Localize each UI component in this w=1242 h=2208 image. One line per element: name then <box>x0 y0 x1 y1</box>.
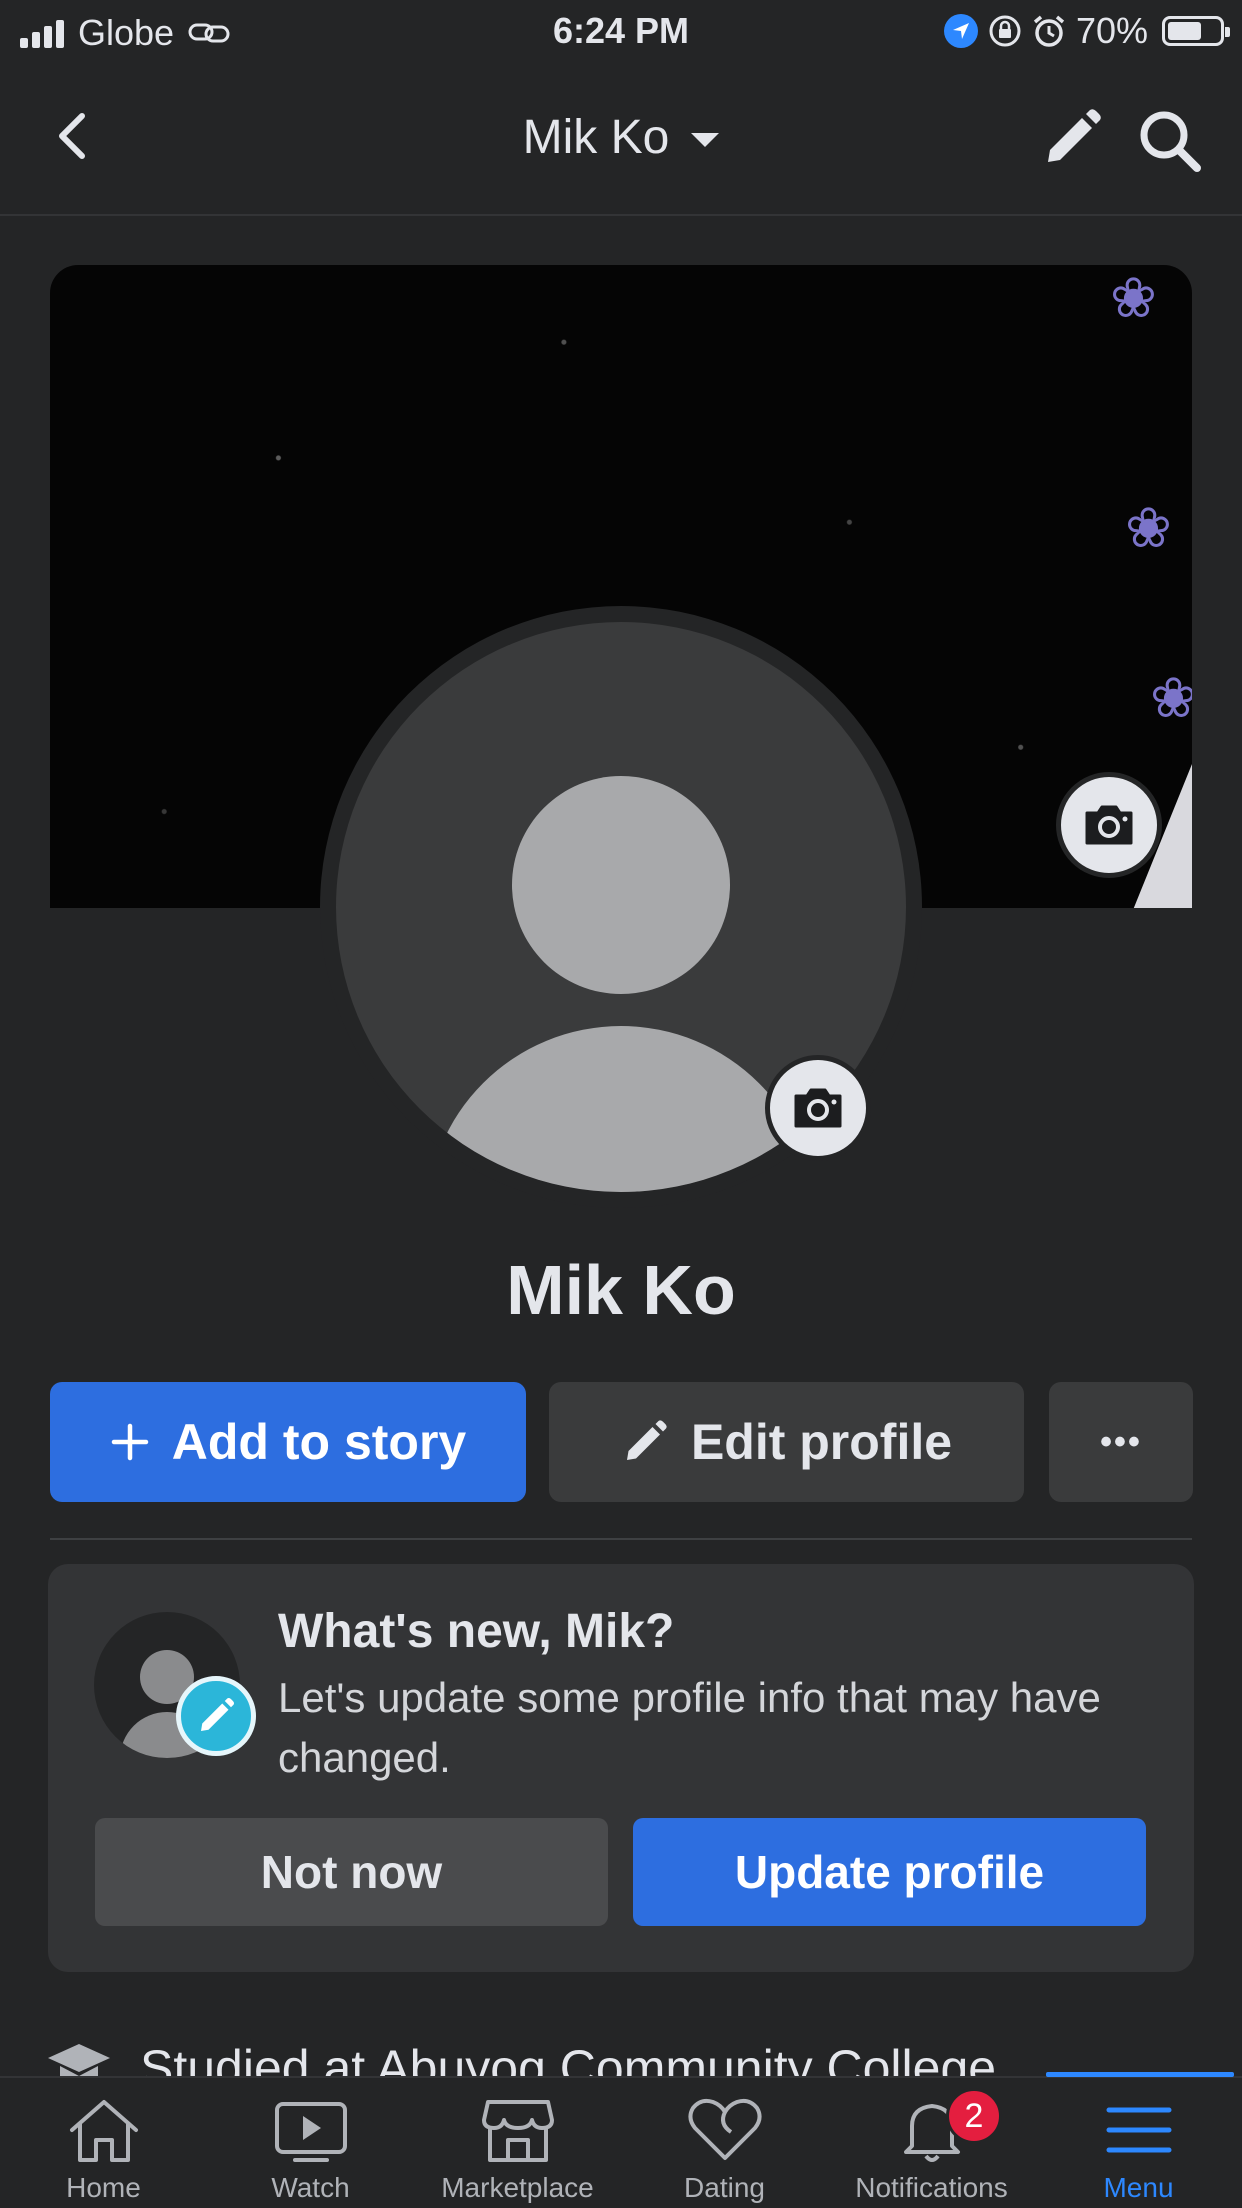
pencil-icon[interactable] <box>1040 106 1104 170</box>
cover-flower-decoration: ❀ <box>1150 666 1192 729</box>
tab-notifications[interactable]: 2 Notifications <box>828 2078 1035 2208</box>
tab-dating-label: Dating <box>684 2172 765 2203</box>
pencil-icon <box>626 1420 667 1460</box>
tab-bar: Home Watch Marketplace Dating 2 Notifica… <box>0 2072 1242 2208</box>
location-icon <box>943 14 978 48</box>
add-to-story-button[interactable]: Add to story <box>50 1382 526 1502</box>
graduation-cap-icon <box>48 2044 110 2076</box>
active-tab-indicator <box>1046 2072 1234 2077</box>
add-to-story-label: Add to story <box>171 1414 467 1470</box>
edit-profile-button[interactable]: Edit profile <box>549 1382 1024 1502</box>
avatar-camera-button[interactable] <box>765 1055 871 1161</box>
profile-name: Mik Ko <box>506 1251 736 1329</box>
battery-icon <box>1162 16 1230 46</box>
status-right: 70% <box>943 10 1230 52</box>
update-profile-button[interactable]: Update profile <box>633 1818 1146 1926</box>
tab-home-label: Home <box>66 2172 141 2203</box>
status-bar: Globe 6:24 PM 70% <box>0 0 1242 66</box>
marketplace-icon <box>481 2100 554 2162</box>
tab-marketplace-label: Marketplace <box>441 2172 594 2203</box>
studied-row[interactable]: Studied at Abuyog Community College <box>46 2030 1196 2076</box>
tab-notifications-label: Notifications <box>855 2172 1008 2203</box>
studied-text: Studied at Abuyog Community College <box>140 2040 997 2076</box>
tab-marketplace[interactable]: Marketplace <box>414 2078 621 2208</box>
battery-fill <box>1168 22 1202 40</box>
more-options-label: ••• <box>1100 1422 1142 1461</box>
cover-flower-decoration: ❀ <box>1110 266 1157 329</box>
whats-new-card: What's new, Mik? Let's update some profi… <box>48 1564 1194 1972</box>
tab-home[interactable]: Home <box>0 2078 207 2208</box>
menu-icon <box>1106 2107 1171 2153</box>
plus-icon <box>111 1423 149 1461</box>
divider <box>50 1538 1192 1540</box>
cover-flower-decoration: ❀ <box>1125 496 1172 559</box>
search-icon[interactable] <box>1135 106 1205 176</box>
caret-down-icon <box>691 133 720 148</box>
edit-profile-label: Edit profile <box>690 1414 953 1470</box>
card-text: Let's update some profile info that may … <box>278 1674 1101 1781</box>
notification-badge: 2 <box>946 2088 1002 2144</box>
dating-icon <box>687 2098 762 2160</box>
watch-icon <box>274 2102 347 2162</box>
camera-icon <box>794 1088 842 1128</box>
cover-camera-button[interactable] <box>1056 772 1162 878</box>
avatar-head <box>512 776 730 994</box>
tab-menu-label: Menu <box>1103 2172 1174 2203</box>
battery-percent: 70% <box>1075 10 1148 51</box>
card-title: What's new, Mik? <box>278 1605 675 1658</box>
avatar-body <box>426 1026 816 1192</box>
tab-menu[interactable]: Menu <box>1035 2078 1242 2208</box>
edit-badge-icon <box>176 1676 256 1756</box>
rotation-lock-icon <box>989 15 1021 47</box>
tab-watch[interactable]: Watch <box>207 2078 414 2208</box>
camera-icon <box>1085 805 1133 845</box>
alarm-icon <box>1033 15 1065 47</box>
nav-bar: Mik Ko <box>0 66 1242 216</box>
more-options-button[interactable]: ••• <box>1049 1382 1193 1502</box>
not-now-button[interactable]: Not now <box>95 1818 608 1926</box>
tab-watch-label: Watch <box>271 2172 350 2203</box>
nav-title-label: Mik Ko <box>522 111 670 164</box>
home-icon <box>69 2100 138 2162</box>
tab-dating[interactable]: Dating <box>621 2078 828 2208</box>
